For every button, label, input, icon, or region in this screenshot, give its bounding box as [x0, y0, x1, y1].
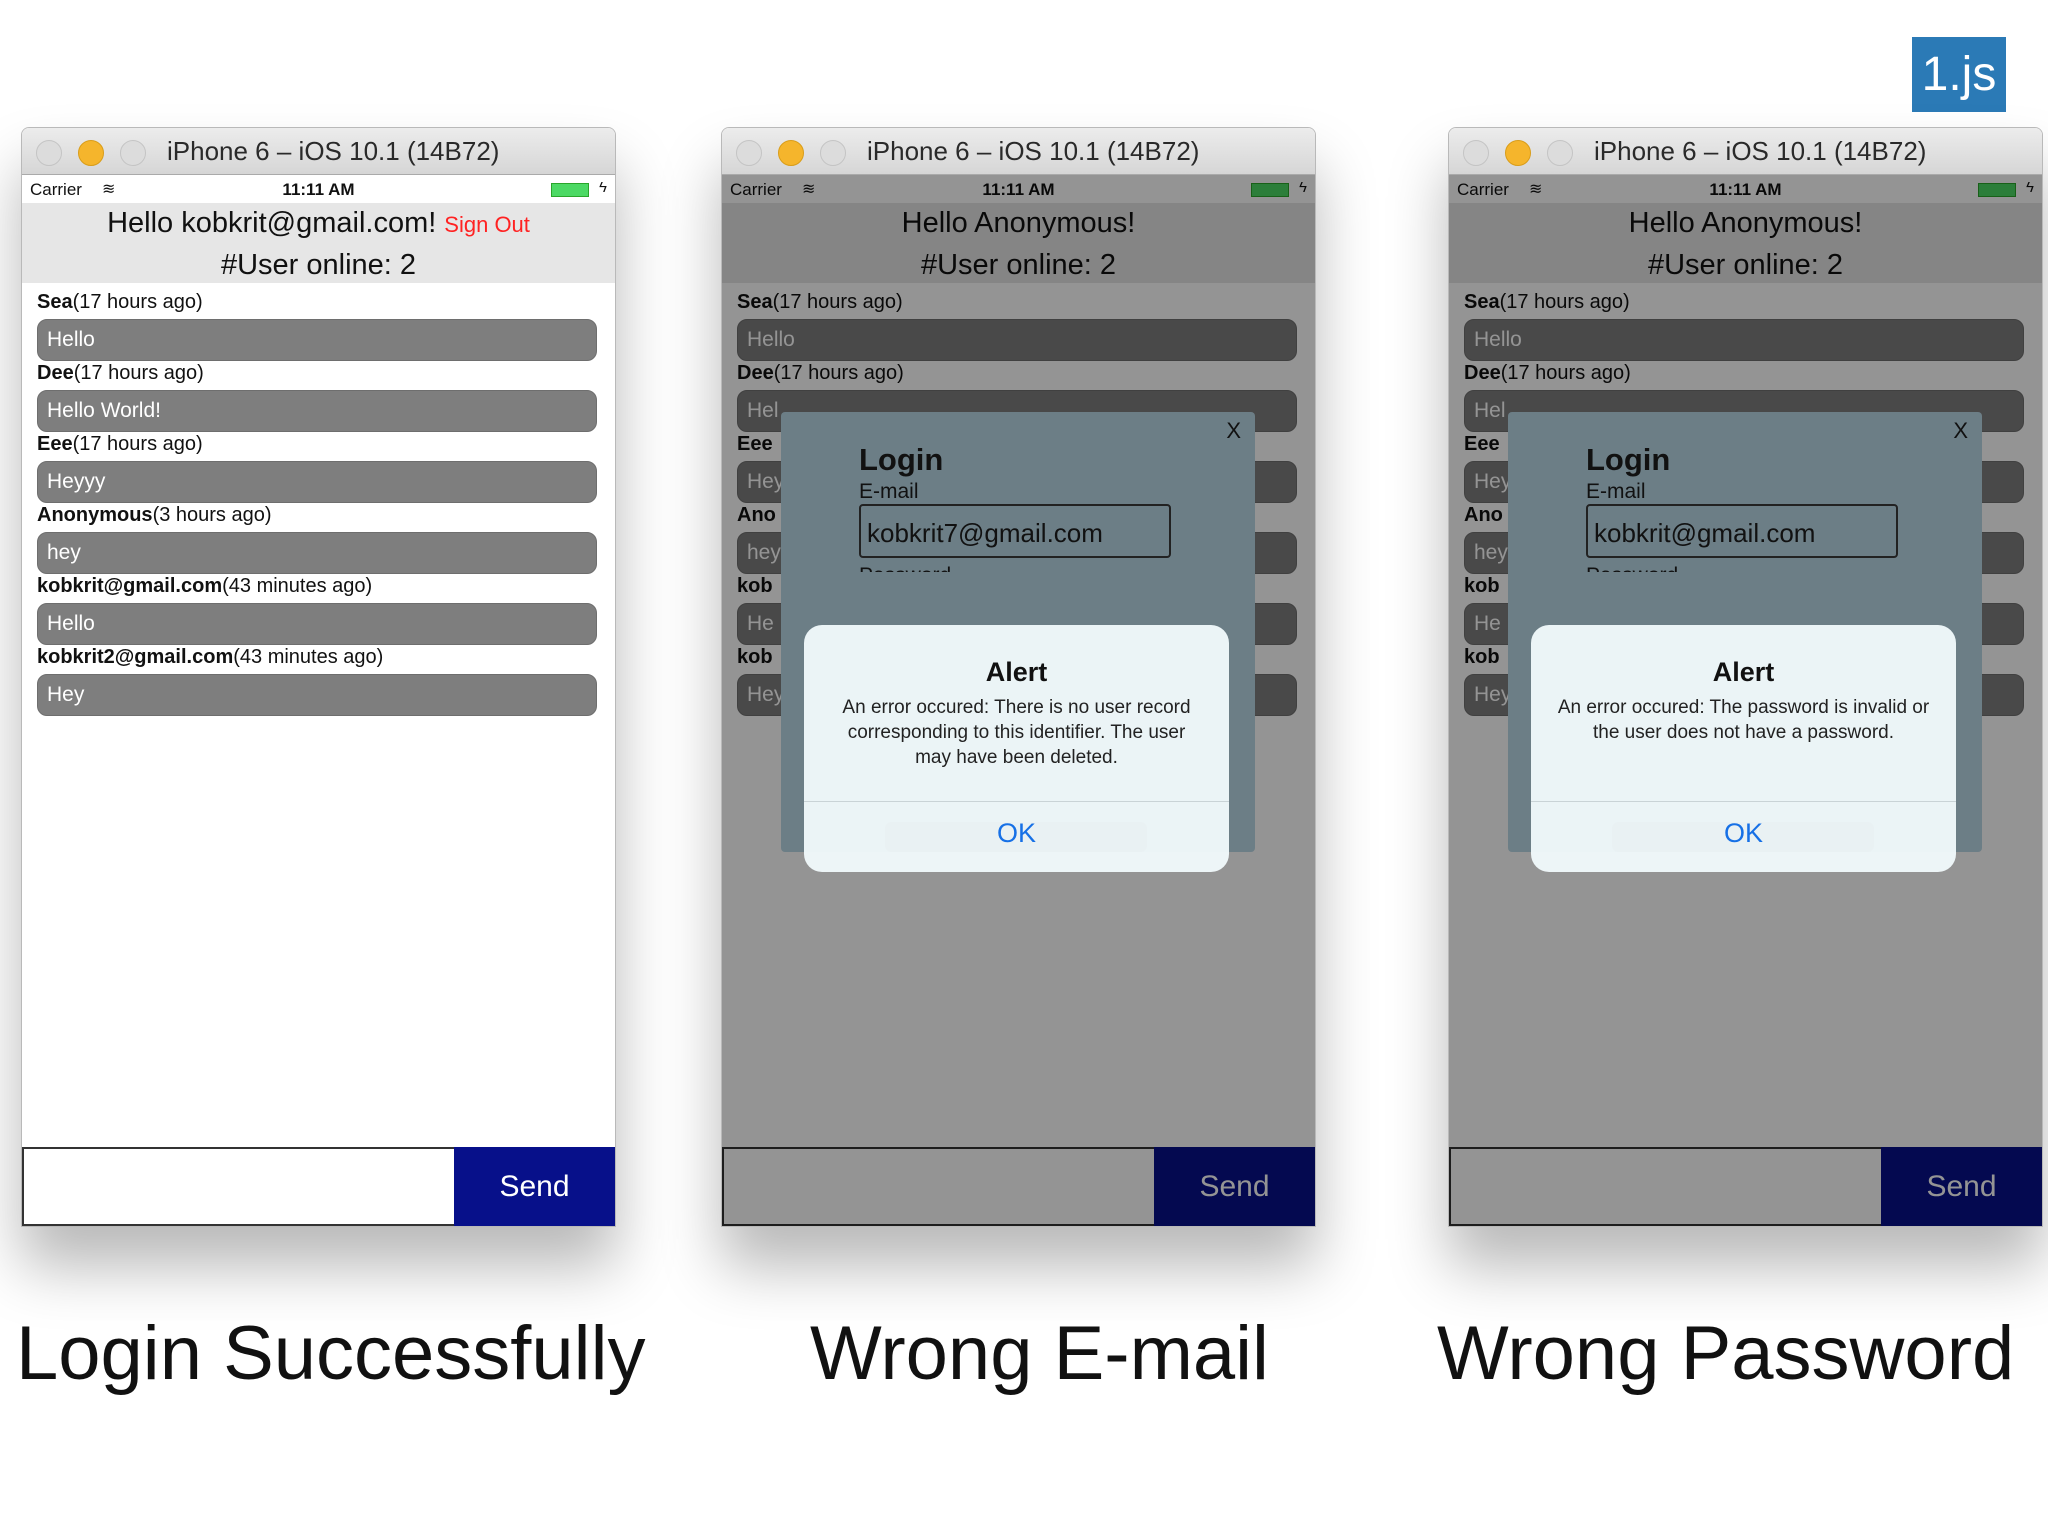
minimize-window-icon[interactable]	[1505, 140, 1531, 166]
message-time: (43 minutes ago)	[222, 575, 373, 597]
status-bar: Carrier ≋ 11:11 AM ϟ	[22, 175, 615, 203]
message-user: kobkrit2@gmail.com	[37, 646, 234, 668]
caption-wrong-password: Wrong Password	[1437, 1311, 2015, 1396]
message-time: (43 minutes ago)	[233, 646, 384, 668]
message-time: (17 hours ago)	[72, 291, 203, 313]
slide-badge: 1.js	[1912, 37, 2006, 112]
window-titlebar: iPhone 6 – iOS 10.1 (14B72)	[1449, 128, 2042, 175]
close-modal-button[interactable]: X	[1953, 418, 1968, 444]
alert-title: Alert	[985, 657, 1048, 687]
password-label: Password	[1586, 564, 1678, 572]
message-bubble: Heyyy	[37, 461, 597, 503]
alert-message: An error occured: The password is invali…	[1557, 697, 1930, 743]
simulator-window-wrong-email: iPhone 6 – iOS 10.1 (14B72) Carrier ≋ 11…	[721, 127, 1316, 1227]
send-button[interactable]: Send	[454, 1147, 615, 1226]
sign-out-button[interactable]: Sign Out	[444, 212, 530, 237]
email-field[interactable]: kobkrit7@gmail.com	[859, 504, 1171, 558]
password-label: Password	[859, 564, 951, 572]
window-titlebar: iPhone 6 – iOS 10.1 (14B72)	[722, 128, 1315, 175]
message-meta: kobkrit2@gmail.com(43 minutes ago)	[37, 646, 597, 668]
status-time: 11:11 AM	[282, 180, 355, 199]
email-label: E-mail	[859, 480, 919, 503]
email-field[interactable]: kobkrit@gmail.com	[1586, 504, 1898, 558]
message-meta: Sea(17 hours ago)	[37, 291, 597, 313]
caption-login-successfully: Login Successfully	[16, 1311, 646, 1396]
login-title: Login	[859, 442, 944, 477]
message-user: Anonymous	[37, 504, 153, 526]
zoom-window-icon[interactable]	[820, 140, 846, 166]
message-time: (17 hours ago)	[73, 362, 204, 384]
message-user: kobkrit@gmail.com	[37, 575, 223, 597]
message-list: Sea(17 hours ago) Hello Dee(17 hours ago…	[37, 291, 597, 717]
message-input[interactable]	[22, 1147, 456, 1226]
caption-wrong-email: Wrong E-mail	[810, 1311, 1269, 1396]
message-bubble: Hello World!	[37, 390, 597, 432]
message-user: Eee	[37, 433, 73, 455]
message-meta: Eee(17 hours ago)	[37, 433, 597, 455]
online-count: #User online: 2	[220, 249, 417, 281]
simulator-window-login-success: iPhone 6 – iOS 10.1 (14B72) Carrier ≋ 11…	[21, 127, 616, 1227]
battery-icon	[551, 183, 589, 197]
message-time: (3 hours ago)	[152, 504, 272, 526]
message-bubble: Hello	[37, 319, 597, 361]
charging-icon: ϟ	[599, 179, 607, 196]
window-title: iPhone 6 – iOS 10.1 (14B72)	[1594, 136, 1927, 166]
message-time: (17 hours ago)	[72, 433, 203, 455]
alert-dialog: Alert An error occured: There is no user…	[804, 625, 1229, 872]
zoom-window-icon[interactable]	[1547, 140, 1573, 166]
close-modal-button[interactable]: X	[1226, 418, 1241, 444]
alert-ok-button[interactable]: OK	[1531, 818, 1956, 849]
message-user: Sea	[37, 291, 73, 313]
phone-screen: Carrier ≋ 11:11 AM ϟ Hello Anonymous! #U…	[722, 175, 1315, 1226]
greeting-text: Hello kobkrit@gmail.com!	[107, 207, 437, 239]
message-user: Dee	[37, 362, 74, 384]
close-window-icon[interactable]	[36, 140, 62, 166]
window-titlebar: iPhone 6 – iOS 10.1 (14B72)	[22, 128, 615, 175]
zoom-window-icon[interactable]	[120, 140, 146, 166]
message-meta: kobkrit@gmail.com(43 minutes ago)	[37, 575, 597, 597]
minimize-window-icon[interactable]	[778, 140, 804, 166]
message-bubble: hey	[37, 532, 597, 574]
simulator-window-wrong-password: iPhone 6 – iOS 10.1 (14B72) Carrier ≋ 11…	[1448, 127, 2043, 1227]
chat-header: Hello kobkrit@gmail.com! Sign Out #User o…	[22, 203, 615, 283]
phone-screen: Carrier ≋ 11:11 AM ϟ Hello kobkrit@gmail…	[22, 175, 615, 1226]
message-bubble: Hello	[37, 603, 597, 645]
alert-divider	[1531, 801, 1956, 802]
alert-divider	[804, 801, 1229, 802]
alert-dialog: Alert An error occured: The password is …	[1531, 625, 1956, 872]
email-label: E-mail	[1586, 480, 1646, 503]
message-meta: Anonymous(3 hours ago)	[37, 504, 597, 526]
window-title: iPhone 6 – iOS 10.1 (14B72)	[167, 136, 500, 166]
minimize-window-icon[interactable]	[78, 140, 104, 166]
login-title: Login	[1586, 442, 1671, 477]
close-window-icon[interactable]	[1463, 140, 1489, 166]
alert-title: Alert	[1712, 657, 1775, 687]
close-window-icon[interactable]	[736, 140, 762, 166]
composer: Send	[22, 1147, 615, 1226]
window-title: iPhone 6 – iOS 10.1 (14B72)	[867, 136, 1200, 166]
message-bubble: Hey	[37, 674, 597, 716]
message-meta: Dee(17 hours ago)	[37, 362, 597, 384]
alert-ok-button[interactable]: OK	[804, 818, 1229, 849]
phone-screen: Carrier ≋ 11:11 AM ϟ Hello Anonymous! #U…	[1449, 175, 2042, 1226]
alert-message: An error occured: There is no user recor…	[842, 697, 1191, 768]
